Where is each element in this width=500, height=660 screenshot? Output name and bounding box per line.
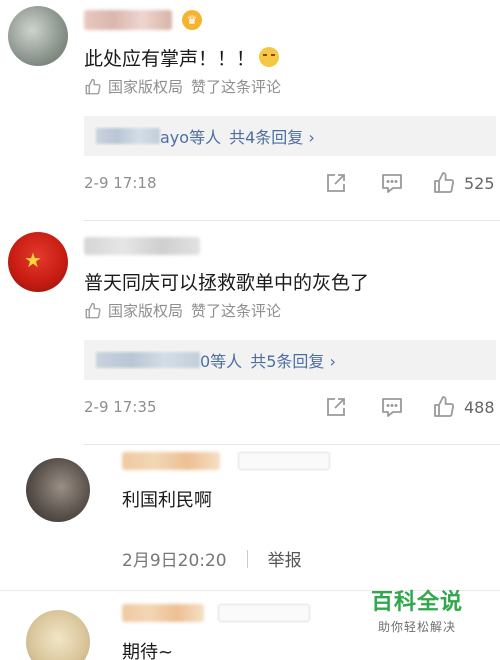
username-blurred[interactable] — [122, 604, 204, 622]
share-icon[interactable] — [324, 171, 348, 195]
liked-by-row: 国家版权局 赞了这条评论 — [84, 300, 281, 321]
like-icon[interactable] — [432, 171, 456, 195]
comment-time: 2-9 17:35 — [84, 398, 157, 416]
star-icon: ★ — [24, 248, 42, 272]
username-blurred[interactable] — [122, 452, 220, 470]
like-count: 488 — [464, 398, 495, 417]
watermark-subtitle: 助你轻松解决 — [377, 620, 456, 634]
comment-meta-row: 2-9 17:18 525 — [84, 168, 496, 198]
thumbs-up-icon — [85, 302, 101, 318]
sub-comment-text: 期待~ — [122, 642, 174, 660]
liked-by-row: 国家版权局 赞了这条评论 — [84, 76, 281, 97]
avatar[interactable] — [26, 458, 90, 522]
liked-label: 赞了这条评论 — [191, 78, 282, 96]
watermark: 百科全说 助你轻松解决 — [362, 584, 472, 635]
divider — [84, 444, 500, 445]
sub-comment-meta: 2月9日20:20 举报 — [122, 546, 302, 571]
user-tag-blurred — [218, 604, 310, 622]
comment-meta-row: 2-9 17:35 488 — [84, 392, 496, 422]
comment-text: 普天同庆可以拯救歌单中的灰色了 — [84, 272, 370, 294]
sub-comment-text: 利国利民啊 — [122, 490, 212, 511]
comment-time: 2-9 17:18 — [84, 174, 157, 192]
report-button[interactable]: 举报 — [268, 546, 302, 571]
reply-suffix: ayo等人 — [160, 128, 222, 147]
liked-label: 赞了这条评论 — [191, 302, 282, 320]
separator — [246, 549, 248, 568]
reply-summary[interactable]: ayo等人 共4条回复 › — [84, 116, 496, 156]
emoji-icon — [259, 47, 280, 67]
comment-text-content: 此处应有掌声！！！ — [84, 48, 256, 70]
share-icon[interactable] — [324, 395, 348, 419]
thumbs-up-icon — [85, 78, 101, 94]
like-icon[interactable] — [432, 395, 456, 419]
like-count: 525 — [464, 174, 495, 193]
divider — [84, 220, 500, 221]
reply-summary[interactable]: 0等人 共5条回复 › — [84, 340, 496, 380]
reply-names-blurred — [96, 128, 160, 144]
watermark-title: 百科全说 — [370, 590, 463, 615]
comment-icon[interactable] — [380, 395, 404, 419]
avatar[interactable] — [26, 610, 90, 660]
comment-icon[interactable] — [380, 171, 404, 195]
reply-suffix: 0等人 — [200, 352, 243, 371]
reply-count-link[interactable]: 共4条回复 › — [229, 124, 315, 148]
avatar[interactable] — [8, 6, 68, 66]
liked-by-name[interactable]: 国家版权局 — [108, 300, 183, 321]
avatar[interactable]: ★ — [8, 232, 68, 292]
comment-text: 此处应有掌声！！！ — [84, 44, 280, 71]
username-blurred[interactable] — [84, 10, 172, 30]
user-tag-blurred — [238, 452, 330, 470]
crown-icon: ♛ — [182, 10, 202, 30]
username-blurred[interactable] — [84, 237, 200, 255]
liked-by-name[interactable]: 国家版权局 — [108, 76, 183, 97]
reply-names-blurred — [96, 352, 200, 368]
reply-count-link[interactable]: 共5条回复 › — [250, 348, 336, 372]
sub-comment-time: 2月9日20:20 — [122, 551, 227, 571]
